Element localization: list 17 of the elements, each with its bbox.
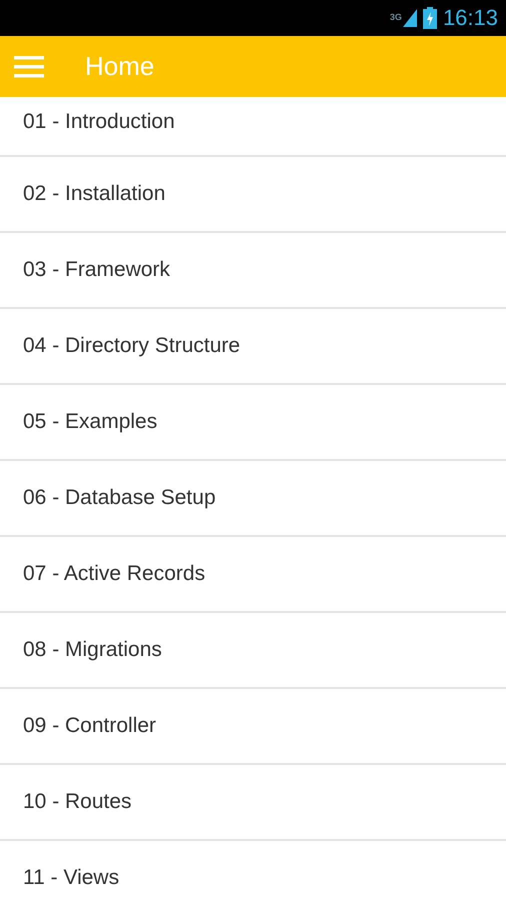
list-item[interactable]: 04 - Directory Structure [0,309,506,385]
battery-icon [422,7,437,29]
list-item[interactable]: 07 - Active Records [0,537,506,613]
list-item[interactable]: 06 - Database Setup [0,461,506,537]
list-item[interactable]: 01 - Introduction [0,97,506,157]
app-title: Home [85,50,154,83]
network-type: 3G [390,13,402,22]
list-item[interactable]: 08 - Migrations [0,613,506,689]
signal-icon [402,9,417,27]
list-item[interactable]: 03 - Framework [0,233,506,309]
list-item[interactable]: 11 - Views [0,841,506,900]
list-item[interactable]: 09 - Controller [0,689,506,765]
list-item[interactable]: 02 - Installation [0,157,506,233]
menu-icon[interactable] [14,56,44,78]
list-item[interactable]: 05 - Examples [0,385,506,461]
clock-time: 16:13 [442,7,498,29]
list-item[interactable]: 10 - Routes [0,765,506,841]
